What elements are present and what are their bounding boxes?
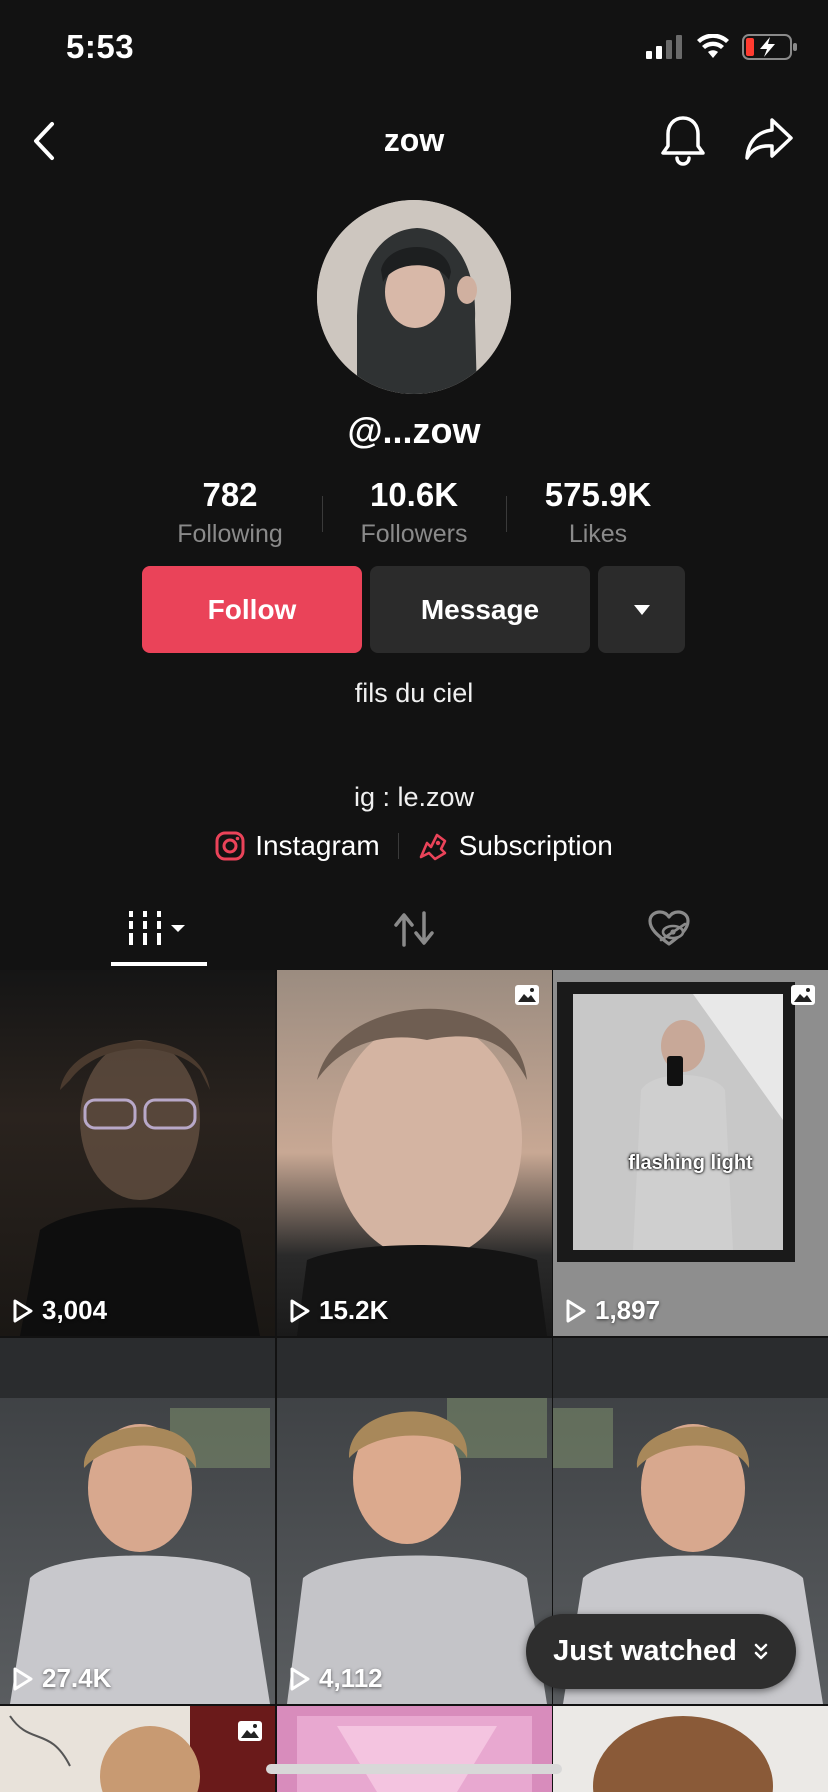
stat-divider xyxy=(506,496,507,532)
follow-button[interactable]: Follow xyxy=(142,566,362,653)
view-count: 27.4K xyxy=(12,1663,111,1694)
thumbnail-image xyxy=(20,1040,260,1336)
stat-value: 575.9K xyxy=(544,476,652,513)
video-caption-overlay: flashing light xyxy=(628,1152,753,1174)
double-chevron-down-icon xyxy=(754,1643,768,1659)
caret-down-icon xyxy=(633,604,650,615)
stat-following[interactable]: 782 Following xyxy=(140,476,320,549)
home-indicator[interactable] xyxy=(266,1764,562,1774)
video-thumbnail[interactable]: 27.4K xyxy=(0,1338,275,1704)
view-count: 1,897 xyxy=(565,1295,660,1326)
bell-icon xyxy=(661,116,705,166)
view-count-value: 15.2K xyxy=(319,1295,389,1325)
video-thumbnail[interactable] xyxy=(277,1706,552,1792)
view-count: 4,112 xyxy=(289,1663,383,1694)
signal-icon xyxy=(646,35,682,59)
stat-followers[interactable]: 10.6K Followers xyxy=(324,476,504,549)
photo-post-icon xyxy=(515,985,539,1005)
status-time: 5:53 xyxy=(66,28,135,65)
avatar-image xyxy=(317,200,511,394)
photo-post-icon xyxy=(238,1721,262,1741)
view-count-value: 3,004 xyxy=(42,1295,108,1325)
stat-label: Likes xyxy=(568,520,628,548)
play-icon xyxy=(13,1299,33,1322)
instagram-icon xyxy=(215,831,245,861)
bio-line: ig : le.zow xyxy=(353,782,475,812)
grid-videos-icon xyxy=(129,911,185,945)
video-thumbnail[interactable] xyxy=(0,1706,275,1792)
subscription-icon xyxy=(419,833,447,861)
share-arrow-icon xyxy=(745,118,793,160)
repost-icon xyxy=(394,911,434,947)
thumbnail-image xyxy=(593,1716,773,1792)
more-options-button[interactable] xyxy=(598,566,685,653)
video-thumbnail[interactable]: 15.2K xyxy=(277,970,552,1336)
play-icon xyxy=(566,1299,586,1322)
thumbnail-image xyxy=(9,1706,275,1792)
link-divider xyxy=(397,833,399,859)
share-button[interactable] xyxy=(744,116,794,167)
view-count-value: 1,897 xyxy=(595,1295,661,1325)
video-thumbnail[interactable] xyxy=(553,1706,828,1792)
instagram-link[interactable]: Instagram xyxy=(215,830,380,862)
thumbnail-image xyxy=(297,1008,547,1336)
tab-videos[interactable] xyxy=(0,890,318,968)
subscription-link[interactable]: Subscription xyxy=(417,830,613,862)
video-thumbnail[interactable]: 3,004 xyxy=(0,970,275,1336)
tab-liked[interactable] xyxy=(510,890,828,968)
battery-charging-icon xyxy=(742,34,797,60)
view-count: 3,004 xyxy=(12,1295,107,1326)
profile-handle: @...zow xyxy=(347,410,481,451)
tab-reposts[interactable] xyxy=(318,890,510,968)
thumbnail-image xyxy=(297,1716,532,1792)
wifi-icon xyxy=(697,34,729,58)
status-icons xyxy=(646,34,798,60)
stat-value: 10.6K xyxy=(369,476,459,513)
photo-post-icon xyxy=(791,985,815,1005)
instagram-link-label: Instagram xyxy=(255,830,380,861)
avatar[interactable] xyxy=(317,200,511,394)
message-button[interactable]: Message xyxy=(370,566,590,653)
thumbnail-image xyxy=(0,1338,275,1704)
play-icon xyxy=(13,1667,33,1690)
subscription-link-label: Subscription xyxy=(458,830,613,861)
stat-label: Followers xyxy=(360,520,468,548)
stat-divider xyxy=(322,496,323,532)
play-icon xyxy=(290,1299,310,1322)
video-thumbnail[interactable]: flashing light 1,897 xyxy=(553,970,828,1336)
profile-links: Instagram Subscription xyxy=(0,830,828,862)
stat-label: Following xyxy=(177,520,283,548)
profile-tabs xyxy=(0,890,828,968)
just-watched-label: Just watched xyxy=(553,1635,737,1667)
stat-value: 782 xyxy=(202,476,258,513)
bio-line: fils du ciel xyxy=(354,678,474,708)
video-thumbnail[interactable]: 4,112 xyxy=(277,1338,552,1704)
liked-hidden-icon xyxy=(648,910,690,946)
thumbnail-image xyxy=(277,1338,552,1704)
view-count-value: 4,112 xyxy=(319,1663,383,1693)
stat-likes[interactable]: 575.9K Likes xyxy=(508,476,688,549)
active-tab-indicator xyxy=(111,962,207,966)
notifications-button[interactable] xyxy=(660,114,706,171)
just-watched-button[interactable]: Just watched xyxy=(526,1614,796,1689)
play-icon xyxy=(290,1667,310,1690)
view-count-value: 27.4K xyxy=(42,1663,112,1693)
view-count: 15.2K xyxy=(289,1295,388,1326)
